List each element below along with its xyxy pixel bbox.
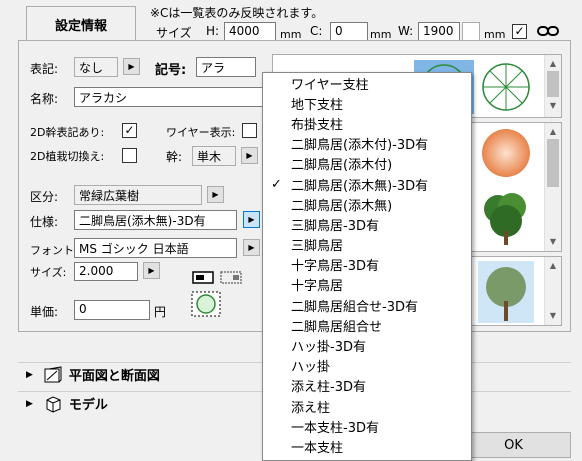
ok-button[interactable]: OK bbox=[456, 432, 571, 458]
width-input[interactable]: 1900 bbox=[418, 22, 460, 41]
c-label: C: bbox=[310, 24, 323, 38]
plant-render-thumb-3[interactable] bbox=[478, 261, 534, 323]
size-link-checkbox[interactable]: ✓ bbox=[512, 24, 527, 39]
notation-expand-button[interactable]: ▶ bbox=[123, 58, 140, 75]
plant-render-thumb-1[interactable] bbox=[478, 125, 534, 181]
dropdown-item[interactable]: 布掛支柱 bbox=[263, 113, 471, 133]
dropdown-item[interactable]: 一本支柱-3D有 bbox=[263, 416, 471, 436]
section-icon bbox=[44, 365, 62, 382]
expand-arrow-icon: ▶ bbox=[26, 398, 33, 409]
trunk-expand-button[interactable]: ▶ bbox=[241, 147, 258, 164]
expand-arrow-icon: ▶ bbox=[246, 151, 253, 160]
font-expand-button[interactable]: ▶ bbox=[243, 239, 260, 256]
dropdown-item[interactable]: 二脚鳥居(添木付) bbox=[263, 154, 471, 174]
spec-select[interactable]: 二脚鳥居(添木無)-3D有 bbox=[74, 210, 237, 230]
dropdown-item[interactable]: 一本支柱 bbox=[263, 436, 471, 456]
fontsize-input[interactable]: 2.000 bbox=[74, 262, 138, 281]
expand-arrow-icon: ▶ bbox=[248, 243, 255, 252]
spec-label: 仕様: bbox=[30, 215, 59, 229]
dropdown-item[interactable]: 添え柱-3D有 bbox=[263, 376, 471, 396]
dropdown-item[interactable]: 十字鳥居 bbox=[263, 275, 471, 295]
thumbs-scrollbar-3[interactable]: ▲ ▼ bbox=[544, 257, 561, 325]
name-label: 名称: bbox=[30, 92, 59, 106]
expand-arrow-icon: ▶ bbox=[128, 62, 135, 71]
checkmark-icon: ✓ bbox=[271, 176, 282, 192]
font-select[interactable]: MS ゴシック 日本語 bbox=[74, 238, 237, 258]
spec-expand-button[interactable]: ▶ bbox=[243, 211, 260, 228]
fontsize-expand-button[interactable]: ▶ bbox=[143, 262, 160, 279]
dropdown-item[interactable]: ハッ掛-3D有 bbox=[263, 335, 471, 355]
category-select[interactable]: 常緑広葉樹 bbox=[74, 185, 202, 205]
note-text: ※Cは一覧表のみ反映されます。 bbox=[150, 6, 324, 20]
link-icon[interactable] bbox=[537, 24, 559, 41]
symbol-label: 記号: bbox=[155, 63, 187, 78]
wire-checkbox[interactable] bbox=[242, 123, 257, 138]
cube-icon bbox=[46, 395, 61, 413]
category-expand-button[interactable]: ▶ bbox=[207, 186, 224, 203]
dropdown-item[interactable]: 地下支柱 bbox=[263, 93, 471, 113]
thumbs-scrollbar-2[interactable]: ▲ ▼ bbox=[544, 123, 561, 251]
dropdown-item[interactable]: 三脚鳥居 bbox=[263, 235, 471, 255]
trunk2d-checkbox[interactable]: ✓ bbox=[122, 123, 137, 138]
expand-arrow-icon: ▶ bbox=[148, 266, 155, 275]
thumbs-scrollbar-1[interactable]: ▲ ▼ bbox=[544, 55, 561, 117]
plant-render-thumb-2[interactable] bbox=[478, 187, 534, 247]
dropdown-item[interactable]: ワイヤー支柱 bbox=[263, 73, 471, 93]
dropdown-item-selected[interactable]: ✓ 二脚鳥居(添木無)-3D有 bbox=[263, 174, 471, 194]
plant-symbol-thumb-2[interactable] bbox=[478, 59, 534, 115]
dropdown-item[interactable]: 三脚鳥居-3D有 bbox=[263, 214, 471, 234]
h-label: H: bbox=[206, 24, 220, 38]
font-label: フォント: bbox=[30, 244, 78, 257]
text-position-icon[interactable] bbox=[192, 270, 218, 289]
dropdown-item[interactable]: 添え柱 bbox=[263, 396, 471, 416]
c-input[interactable]: 0 bbox=[330, 22, 368, 41]
expand-arrow-icon: ▶ bbox=[248, 215, 255, 224]
expand-arrow-icon: ▶ bbox=[26, 369, 33, 380]
plant2d-checkbox[interactable] bbox=[122, 148, 137, 163]
price-label: 単価: bbox=[30, 305, 59, 319]
w-label: W: bbox=[398, 24, 414, 38]
price-unit: 円 bbox=[154, 305, 167, 319]
notation-select[interactable]: なし bbox=[74, 57, 118, 77]
spec-dropdown-list: ワイヤー支柱 地下支柱 布掛支柱 二脚鳥居(添木付)-3D有 二脚鳥居(添木付)… bbox=[262, 72, 472, 461]
price-input[interactable]: 0 bbox=[74, 300, 150, 320]
text-position-alt-icon[interactable] bbox=[220, 270, 246, 289]
plant2d-label: 2D植栽切換え: bbox=[30, 150, 105, 163]
dropdown-item[interactable]: 二脚鳥居(添木付)-3D有 bbox=[263, 134, 471, 154]
dropdown-item[interactable]: ハッ掛 bbox=[263, 356, 471, 376]
symbol-input[interactable]: アラ bbox=[196, 57, 256, 77]
dropdown-item[interactable]: 二脚鳥居(添木無) bbox=[263, 194, 471, 214]
dropdown-item[interactable]: 十字鳥居-3D有 bbox=[263, 255, 471, 275]
category-label: 区分: bbox=[30, 190, 59, 204]
tab-settings[interactable]: 設定情報 bbox=[26, 6, 136, 42]
size-label: サイズ bbox=[156, 26, 192, 40]
fontsize-label: サイズ: bbox=[30, 266, 67, 279]
trunk-label: 幹: bbox=[166, 150, 183, 164]
trunk-select[interactable]: 単木 bbox=[192, 146, 236, 166]
name-input[interactable]: アラカシ bbox=[74, 87, 266, 107]
trunk2d-label: 2D幹表記あり: bbox=[30, 126, 105, 139]
dropdown-item[interactable]: 二脚鳥居組合せ-3D有 bbox=[263, 295, 471, 315]
expand-arrow-icon: ▶ bbox=[212, 190, 219, 199]
dropdown-item[interactable]: 二脚鳥居組合せ bbox=[263, 315, 471, 335]
plant-symbol-icon[interactable] bbox=[191, 291, 221, 320]
wire-label: ワイヤー表示: bbox=[166, 126, 236, 139]
width-spinner[interactable] bbox=[462, 22, 480, 41]
height-input[interactable]: 4000 bbox=[224, 22, 276, 41]
notation-label: 表記: bbox=[30, 62, 59, 76]
